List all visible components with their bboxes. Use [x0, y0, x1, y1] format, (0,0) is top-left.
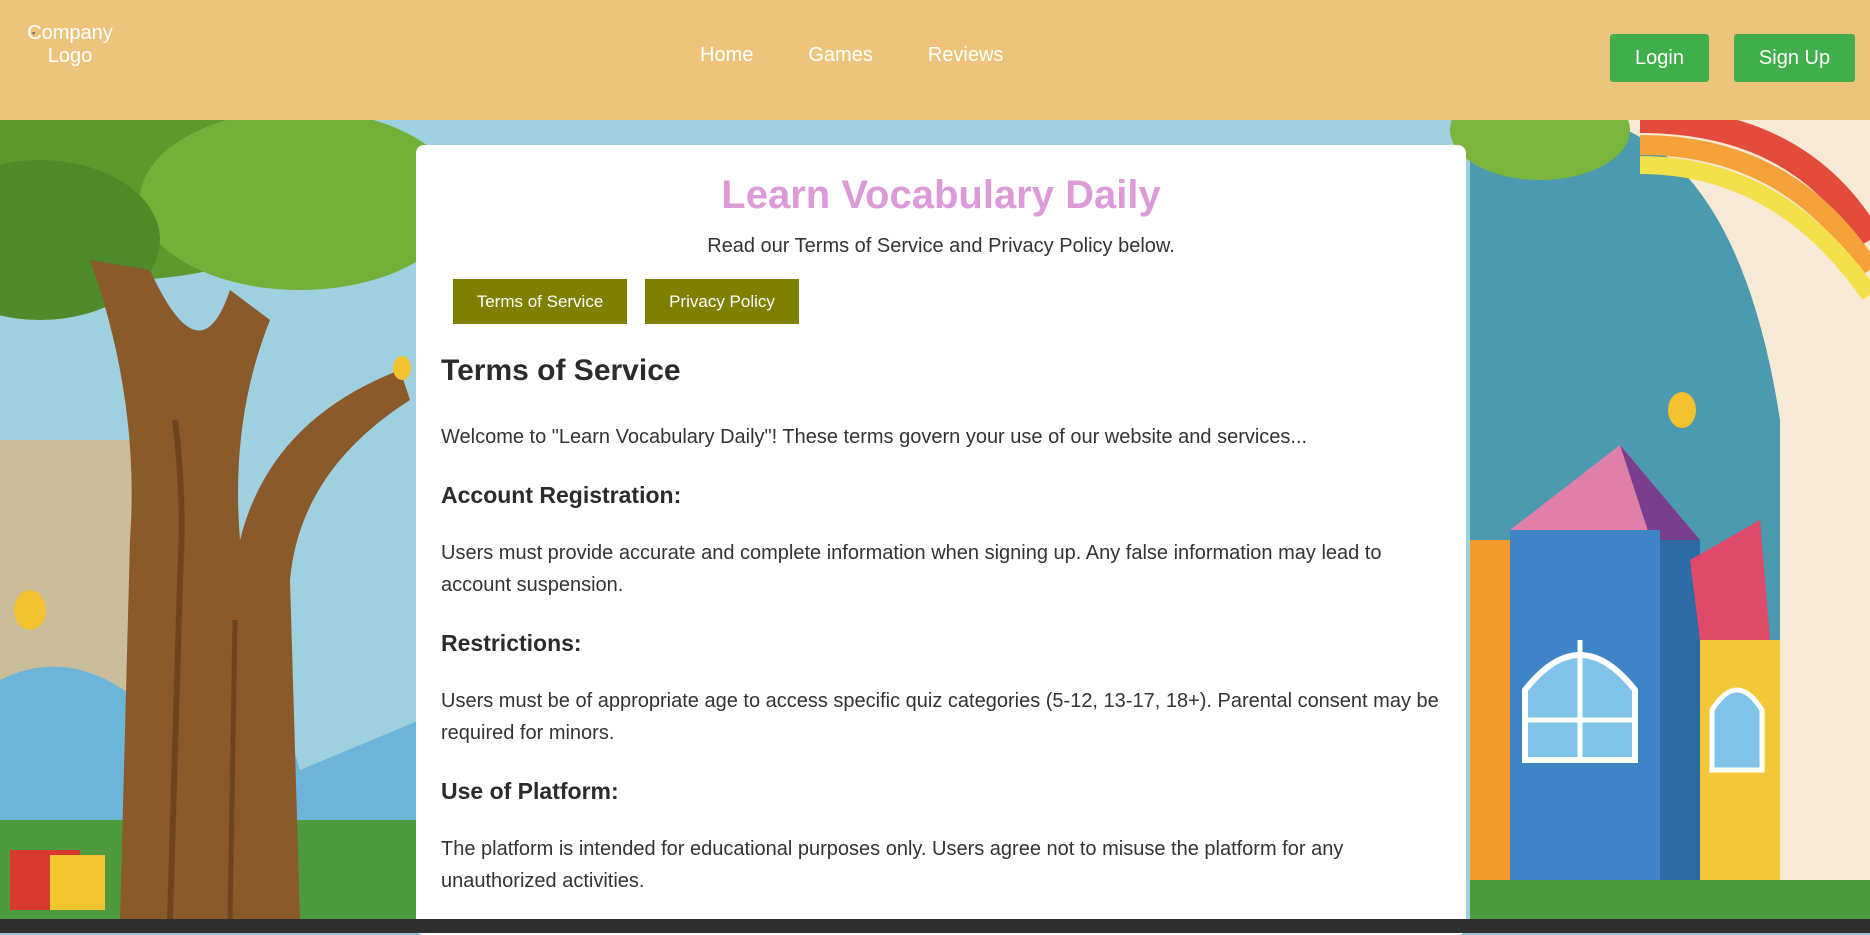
- signup-button[interactable]: Sign Up: [1734, 34, 1855, 82]
- logo-text: Company Logo: [27, 22, 113, 67]
- intro-text: Welcome to "Learn Vocabulary Daily"! The…: [441, 426, 1308, 448]
- section-title: Terms of Service: [441, 354, 681, 387]
- page-title: Learn Vocabulary Daily: [721, 173, 1161, 217]
- heading-restrictions: Restrictions:: [441, 630, 582, 656]
- login-button[interactable]: Login: [1610, 34, 1709, 82]
- nav-games[interactable]: Games: [808, 44, 872, 67]
- page-subtitle: Read our Terms of Service and Privacy Po…: [707, 235, 1175, 257]
- site-header: ▪ Company Logo Home Games Reviews Login …: [0, 0, 1870, 120]
- tab-privacy-policy[interactable]: Privacy Policy: [645, 279, 799, 324]
- nav-home[interactable]: Home: [700, 44, 753, 67]
- text-restrictions: Users must be of appropriate age to acce…: [441, 690, 1439, 744]
- broken-image-icon: ▪: [32, 28, 36, 38]
- heading-account-registration: Account Registration:: [441, 482, 682, 508]
- text-use-of-platform: The platform is intended for educational…: [441, 838, 1344, 892]
- nav-reviews[interactable]: Reviews: [928, 44, 1004, 67]
- taskbar-strip: [0, 919, 1870, 933]
- main-nav: Home Games Reviews: [700, 44, 1003, 67]
- text-account-registration: Users must provide accurate and complete…: [441, 542, 1382, 596]
- company-logo[interactable]: ▪ Company Logo: [22, 22, 118, 78]
- tab-terms-of-service[interactable]: Terms of Service: [453, 279, 627, 324]
- terms-card: Learn Vocabulary Daily Read our Terms of…: [416, 145, 1466, 935]
- heading-use-of-platform: Use of Platform:: [441, 778, 619, 804]
